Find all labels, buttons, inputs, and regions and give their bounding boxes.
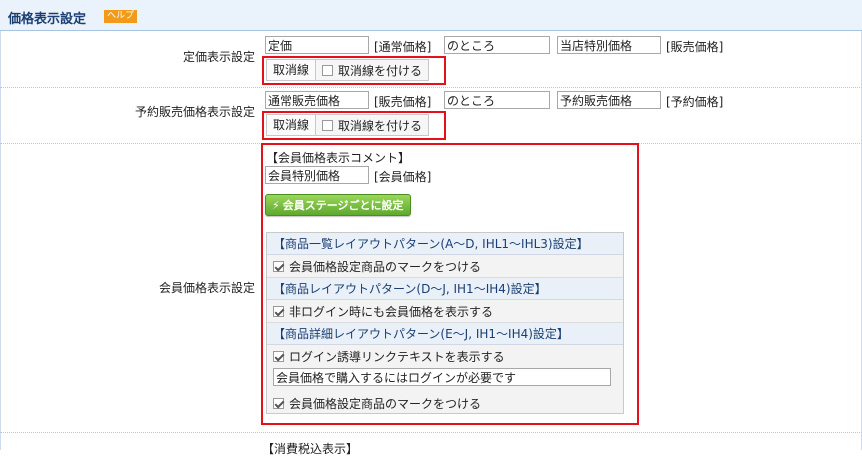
panel-section-3-heading: 【商品詳細レイアウトパターン(E〜J, IH1〜IH4)設定】 <box>267 323 623 345</box>
panel-section-2-heading: 【商品レイアウトパターン(D〜J, IH1〜IH4)設定】 <box>267 278 623 300</box>
list-price-label: 定価表示設定 <box>182 50 255 64</box>
section-2-show-label: 非ログイン時にも会員価格を表示する <box>289 304 494 319</box>
reserve-price-field-1[interactable] <box>265 91 369 109</box>
panel-section-3-heading-text: 【商品詳細レイアウトパターン(E〜J, IH1〜IH4)設定】 <box>273 327 569 341</box>
reserve-price-tag-2: [予約価格] <box>666 95 724 109</box>
reserve-price-strike-checkbox[interactable] <box>322 119 334 131</box>
member-comment-heading: 【会員価格表示コメント】 <box>266 151 411 165</box>
reserve-price-strike-option[interactable]: 取消線を付ける <box>316 117 428 134</box>
list-price-strike-button[interactable]: 取消線 <box>267 60 317 80</box>
list-price-middle-field[interactable] <box>444 36 550 54</box>
panel-section-3-option-2[interactable]: 会員価格設定商品のマークをつける <box>267 393 623 413</box>
member-price-label: 会員価格表示設定 <box>158 281 255 295</box>
member-stage-button-label: 会員ステージごとに設定 <box>282 199 404 212</box>
list-price-tag-1: [通常価格] <box>374 40 432 54</box>
tax-section-heading: 【消費税込表示】 <box>262 442 359 456</box>
reserve-price-field-2[interactable] <box>557 91 661 109</box>
panel-section-3-option-1[interactable]: ログイン誘導リンクテキストを表示する <box>267 347 623 365</box>
list-price-field-1[interactable] <box>265 36 369 54</box>
reserve-price-strike-button[interactable]: 取消線 <box>267 115 317 135</box>
section-3-login-link-label: ログイン誘導リンクテキストを表示する <box>289 349 505 364</box>
section-3-mark-checkbox[interactable] <box>273 397 284 409</box>
help-badge[interactable]: ヘルプ <box>104 10 138 23</box>
reserve-price-strike-group: 取消線 取消線を付ける <box>266 114 430 136</box>
section-2-show-checkbox[interactable] <box>273 305 284 317</box>
row-divider <box>0 432 862 433</box>
lightning-icon: ⚡ <box>272 198 280 212</box>
section-3-login-text-field[interactable] <box>273 368 611 386</box>
frame-left <box>0 31 1 450</box>
panel-section-1-option[interactable]: 会員価格設定商品のマークをつける <box>267 255 623 278</box>
section-1-mark-label: 会員価格設定商品のマークをつける <box>289 259 482 274</box>
reserve-price-strike-check-label: 取消線を付ける <box>338 118 423 133</box>
member-stage-button[interactable]: ⚡ 会員ステージごとに設定 <box>265 194 411 216</box>
member-settings-panel: 【商品一覧レイアウトパターン(A〜D, IHL1〜IHL3)設定】 会員価格設定… <box>266 232 624 414</box>
section-title: 価格表示設定 <box>8 12 87 27</box>
panel-section-1-heading-text: 【商品一覧レイアウトパターン(A〜D, IHL1〜IHL3)設定】 <box>273 237 589 251</box>
member-comment-tag: [会員価格] <box>374 170 432 184</box>
section-3-login-link-checkbox[interactable] <box>273 350 284 362</box>
reserve-price-middle-field[interactable] <box>444 91 550 109</box>
panel-section-2-heading-text: 【商品レイアウトパターン(D〜J, IH1〜IH4)設定】 <box>273 282 547 296</box>
list-price-tag-2: [販売価格] <box>666 40 724 54</box>
reserve-price-tag-1: [販売価格] <box>374 95 432 109</box>
list-price-field-2[interactable] <box>557 36 661 54</box>
panel-section-1-heading: 【商品一覧レイアウトパターン(A〜D, IHL1〜IHL3)設定】 <box>267 233 623 255</box>
list-price-strike-group: 取消線 取消線を付ける <box>266 59 430 81</box>
list-price-strike-check-label: 取消線を付ける <box>338 63 423 78</box>
list-price-strike-option[interactable]: 取消線を付ける <box>316 62 428 79</box>
list-price-strike-checkbox[interactable] <box>322 64 334 76</box>
section-header: 価格表示設定 ヘルプ <box>0 0 862 31</box>
panel-section-2-option[interactable]: 非ログイン時にも会員価格を表示する <box>267 300 623 323</box>
section-3-mark-label: 会員価格設定商品のマークをつける <box>289 396 482 411</box>
member-comment-field[interactable] <box>265 166 369 184</box>
section-1-mark-checkbox[interactable] <box>273 260 284 272</box>
reserve-price-label: 予約販売価格表示設定 <box>134 105 255 119</box>
row-divider <box>0 87 862 88</box>
